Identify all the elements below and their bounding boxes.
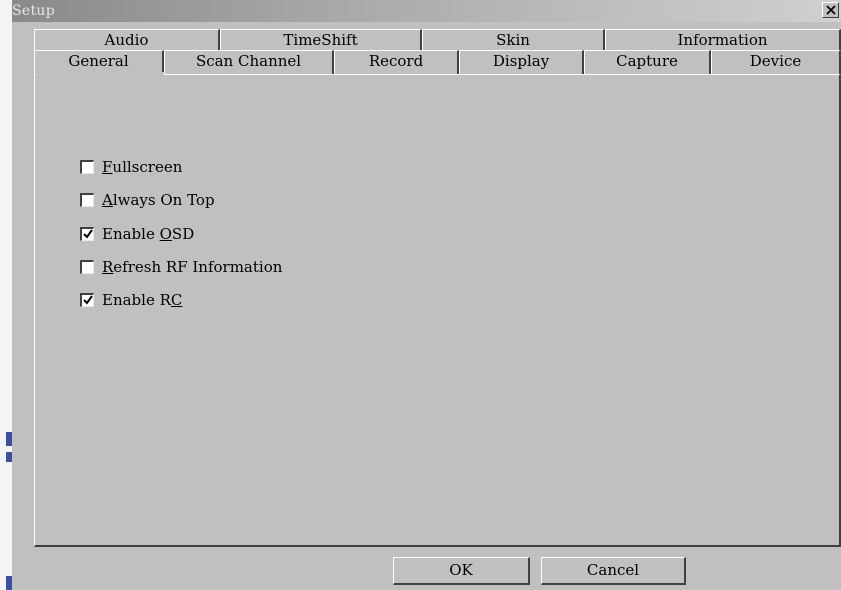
tab-row-front: General Scan Channel Record Display Capt… [34,50,841,74]
tab-display[interactable]: Display [459,50,584,74]
fullscreen-checkbox[interactable] [80,160,94,174]
tab-panel-general [34,74,841,547]
option-always-on-top[interactable]: Always On Top [80,190,215,210]
option-refresh-rf-information[interactable]: Refresh RF Information [80,257,282,277]
option-enable-osd[interactable]: Enable OSD [80,224,194,244]
tab-scan-channel[interactable]: Scan Channel [164,50,334,74]
cancel-button[interactable]: Cancel [541,557,686,585]
title-bar[interactable]: Setup [12,0,841,22]
active-tab-join [36,72,164,76]
option-fullscreen[interactable]: Fullscreen [80,157,182,177]
check-mark-icon [83,295,93,305]
refresh-rf-information-checkbox[interactable] [80,260,94,274]
enable-rc-label: Enable RC [102,291,183,309]
ok-button[interactable]: OK [393,557,530,585]
tab-general[interactable]: General [34,50,164,74]
tab-device[interactable]: Device [711,50,841,74]
tab-information[interactable]: Information [605,29,841,51]
always-on-top-label: Always On Top [102,191,215,209]
refresh-rf-information-label: Refresh RF Information [102,258,283,276]
option-enable-rc[interactable]: Enable RC [80,290,182,310]
setup-dialog: Setup Audio TimeShift Skin Information G… [12,0,841,590]
window-title: Setup [12,3,55,19]
tab-record[interactable]: Record [334,50,459,74]
close-button[interactable] [822,2,839,18]
fullscreen-label: Fullscreen [102,158,183,176]
tab-timeshift[interactable]: TimeShift [220,29,422,51]
tab-audio[interactable]: Audio [34,29,220,51]
tab-row-back: Audio TimeShift Skin Information [34,29,841,51]
check-mark-icon [83,229,93,239]
tab-skin[interactable]: Skin [422,29,605,51]
enable-rc-checkbox[interactable] [80,293,94,307]
always-on-top-checkbox[interactable] [80,193,94,207]
tab-capture[interactable]: Capture [584,50,711,74]
close-icon [826,5,836,15]
enable-osd-checkbox[interactable] [80,227,94,241]
enable-osd-label: Enable OSD [102,225,195,243]
desktop-background [0,0,12,590]
